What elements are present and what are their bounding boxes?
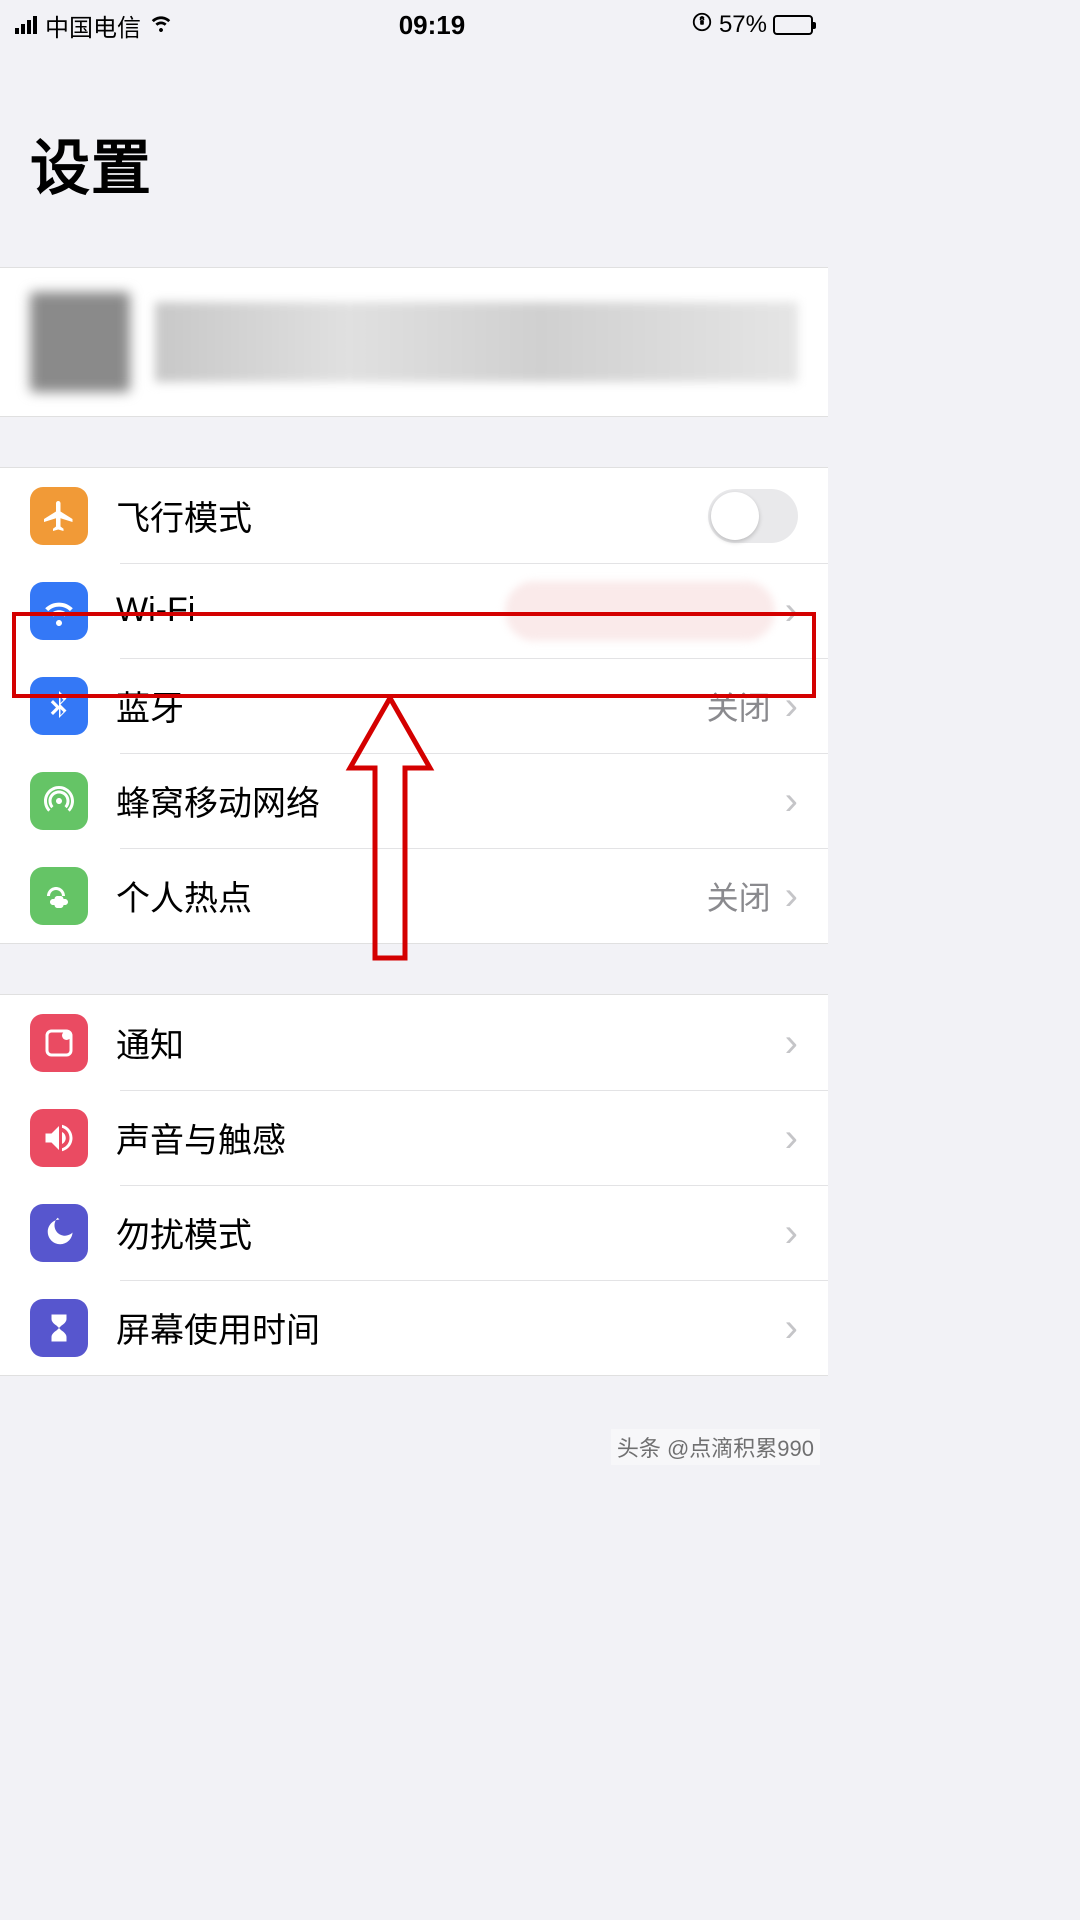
row-hotspot[interactable]: 个人热点 关闭 › [0,848,828,943]
settings-group-system: 通知 › 声音与触感 › 勿扰模式 › 屏幕使用时间 › [0,994,828,1376]
carrier-label: 中国电信 [45,8,141,43]
row-airplane[interactable]: 飞行模式 [0,468,828,563]
row-label: Wi-Fi [116,591,505,630]
row-value: 关闭 [707,683,771,729]
airplane-icon [30,487,88,545]
hourglass-icon [30,1299,88,1357]
row-value: 关闭 [707,873,771,919]
cellular-icon [30,772,88,830]
chevron-right-icon: › [785,591,798,631]
sounds-icon [30,1109,88,1167]
row-label: 屏幕使用时间 [116,1303,785,1352]
page-title: 设置 [30,120,798,207]
status-bar: 中国电信 09:19 57% [0,0,828,50]
wifi-icon [30,582,88,640]
row-cellular[interactable]: 蜂窝移动网络 › [0,753,828,848]
row-bluetooth[interactable]: 蓝牙 关闭 › [0,658,828,753]
row-label: 通知 [116,1018,785,1067]
wifi-status-icon [149,10,173,40]
settings-group-connectivity: 飞行模式 Wi-Fi › 蓝牙 关闭 › 蜂窝移动网络 › 个人热点 关闭 › [0,467,828,944]
row-sounds[interactable]: 声音与触感 › [0,1090,828,1185]
hotspot-icon [30,867,88,925]
profile-row[interactable] [0,267,828,417]
row-dnd[interactable]: 勿扰模式 › [0,1185,828,1280]
chevron-right-icon: › [785,1023,798,1063]
moon-icon [30,1204,88,1262]
bluetooth-icon [30,677,88,735]
chevron-right-icon: › [785,686,798,726]
row-label: 飞行模式 [116,491,708,540]
wifi-value-redacted [505,581,775,641]
row-label: 蜂窝移动网络 [116,776,785,825]
row-label: 蓝牙 [116,681,707,730]
rotation-lock-icon [691,11,713,39]
avatar [30,292,130,392]
chevron-right-icon: › [785,1308,798,1348]
status-right: 57% [691,11,813,39]
status-time: 09:19 [399,10,466,41]
signal-icon [15,16,37,34]
row-label: 声音与触感 [116,1113,785,1162]
airplane-toggle[interactable] [708,489,798,543]
row-wifi[interactable]: Wi-Fi › [0,563,828,658]
chevron-right-icon: › [785,876,798,916]
row-label: 勿扰模式 [116,1208,785,1257]
page-header: 设置 [0,50,828,227]
chevron-right-icon: › [785,1213,798,1253]
chevron-right-icon: › [785,1118,798,1158]
profile-redacted-text [155,302,798,382]
row-notifications[interactable]: 通知 › [0,995,828,1090]
row-screentime[interactable]: 屏幕使用时间 › [0,1280,828,1375]
battery-pct: 57% [719,11,767,39]
row-label: 个人热点 [116,871,707,920]
notifications-icon [30,1014,88,1072]
status-left: 中国电信 [15,8,173,43]
battery-icon [773,15,813,35]
chevron-right-icon: › [785,781,798,821]
watermark-text: 头条 @点滴积累990 [611,1429,820,1465]
